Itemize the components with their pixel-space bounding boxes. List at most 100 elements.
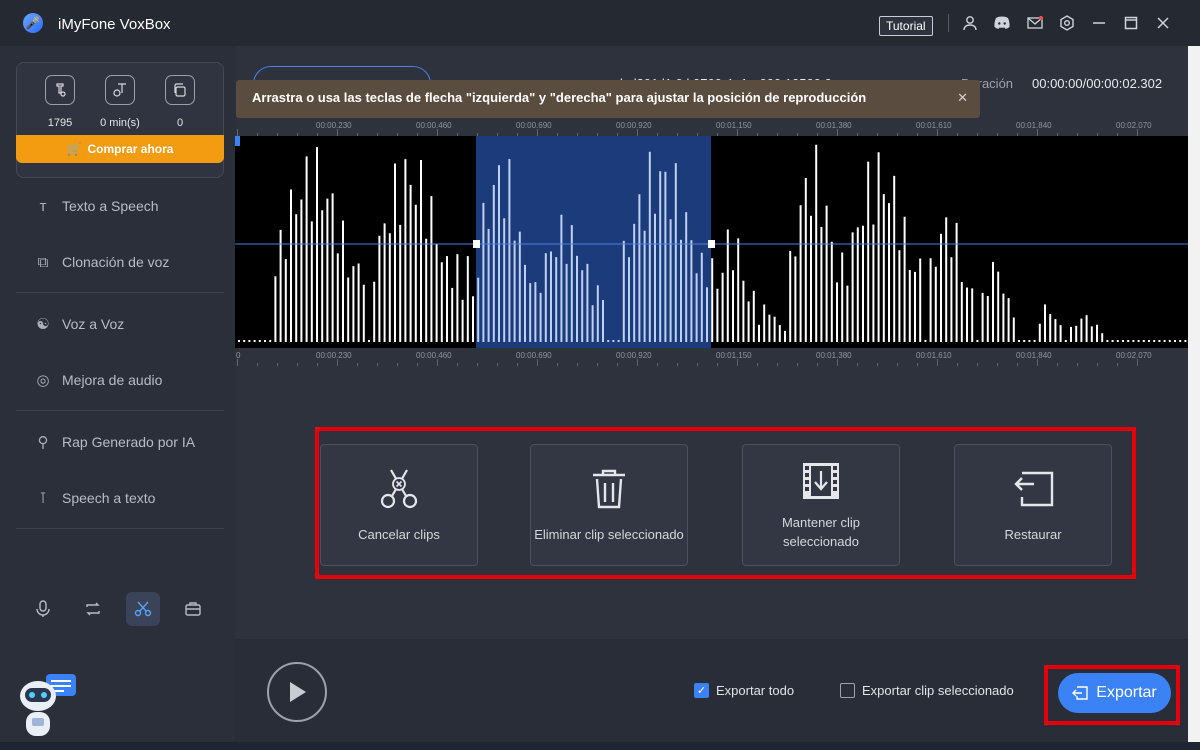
- tooltip-text: Arrastra o usa las teclas de flecha "izq…: [252, 90, 867, 105]
- ruler-tick: [917, 363, 918, 366]
- ruler-tick: [637, 129, 638, 136]
- playback-hint-tooltip: Arrastra o usa las teclas de flecha "izq…: [236, 80, 980, 118]
- stat-clones: 0: [150, 75, 210, 129]
- ruler-tick-label: 00:00.460: [416, 121, 452, 130]
- user-icon[interactable]: [960, 13, 980, 33]
- stat-minutes: 0 min(s): [90, 75, 150, 129]
- ruler-tick: [857, 363, 858, 366]
- record-tool[interactable]: [26, 592, 60, 626]
- checkbox-checked-icon: ✓: [694, 683, 709, 698]
- ruler-tick-label: 00:00.230: [316, 121, 352, 130]
- waveform-svg[interactable]: [235, 136, 1200, 348]
- duration-value: 00:00:00/00:00:02.302: [1032, 76, 1163, 91]
- app-window: 🎤 iMyFone VoxBox Tutorial 1795 0 min(s) …: [0, 0, 1200, 750]
- export-button[interactable]: Exportar: [1058, 673, 1171, 713]
- ruler-tick: [1117, 363, 1118, 366]
- text-speech-icon: ᴛ: [39, 197, 47, 215]
- ruler-tick: [737, 359, 738, 366]
- scissors-icon: [377, 467, 421, 511]
- nav-label: Speech a texto: [62, 490, 156, 506]
- cut-tool[interactable]: [126, 592, 160, 626]
- nav-label: Rap Generado por IA: [62, 434, 196, 450]
- delete-selected-clip-button[interactable]: Eliminar clip seleccionado: [530, 444, 688, 566]
- ruler-tick: [477, 363, 478, 366]
- app-logo-icon: 🎤: [23, 13, 43, 33]
- minimize-icon[interactable]: [1089, 13, 1109, 33]
- export-selected-checkbox[interactable]: Exportar clip seleccionado: [840, 683, 1014, 698]
- keep-selected-clip-button[interactable]: Mantener clip seleccionado: [742, 444, 900, 566]
- microphone-icon: ⚲: [37, 434, 49, 451]
- ruler-tick: [537, 359, 538, 366]
- ruler-tick-label: 00:01.150: [716, 351, 752, 360]
- convert-tool[interactable]: [76, 592, 110, 626]
- ruler-tick-label: 00:00.690: [516, 121, 552, 130]
- nav-speech-to-text[interactable]: ⊺ Speech a texto: [32, 486, 155, 510]
- settings-icon[interactable]: [1057, 13, 1077, 33]
- cancel-clips-label: Cancelar clips: [358, 526, 440, 542]
- nav-voice-to-voice[interactable]: ☯ Voz a Voz: [32, 312, 124, 336]
- playhead-marker[interactable]: [235, 136, 240, 146]
- checkbox-unchecked-icon: [840, 683, 855, 698]
- waveform[interactable]: [235, 136, 1200, 348]
- play-button[interactable]: [267, 662, 327, 722]
- ruler-tick: [1037, 129, 1038, 136]
- export-all-checkbox[interactable]: ✓ Exportar todo: [694, 683, 794, 698]
- ruler-tick: [577, 363, 578, 366]
- maximize-icon[interactable]: [1121, 13, 1141, 33]
- assistant-robot-icon[interactable]: [16, 674, 78, 744]
- stat-characters-value: 1795: [47, 117, 73, 129]
- trash-icon: [587, 467, 631, 511]
- ruler-tick: [657, 363, 658, 366]
- ruler-zero-label: 0: [236, 351, 241, 360]
- close-icon[interactable]: [1153, 13, 1173, 33]
- ruler-tick-label: 00:01.840: [1016, 121, 1052, 130]
- ruler-tick-label: 00:00.920: [616, 351, 652, 360]
- toolbox-tool[interactable]: [176, 592, 210, 626]
- ruler-tick: [497, 363, 498, 366]
- ruler-tick: [1077, 363, 1078, 366]
- nav-text-to-speech[interactable]: ᴛ Texto a Speech: [32, 194, 159, 218]
- ruler-tick: [417, 363, 418, 366]
- nav-label: Voz a Voz: [62, 316, 125, 332]
- ruler-tick-label: 00:00.230: [316, 351, 352, 360]
- ruler-tick: [697, 363, 698, 366]
- ruler-tick-label: 00:01.840: [1016, 351, 1052, 360]
- ruler-tick: [797, 363, 798, 366]
- nav-voice-cloning[interactable]: ⧉ Clonación de voz: [32, 250, 170, 274]
- mail-icon[interactable]: [1025, 13, 1045, 33]
- sidebar: 1795 0 min(s) 0 🛒 Comprar ahora ᴛ Texto …: [0, 46, 235, 750]
- discord-icon[interactable]: [992, 13, 1012, 33]
- selection-start-handle[interactable]: [473, 240, 480, 248]
- nav-audio-enhance[interactable]: ◎ Mejora de audio: [32, 368, 162, 392]
- ruler-tick: [817, 363, 818, 366]
- cancel-clips-button[interactable]: Cancelar clips: [320, 444, 478, 566]
- ruler-tick: [237, 129, 238, 136]
- ruler-tick: [237, 359, 238, 366]
- buy-now-button[interactable]: 🛒 Comprar ahora: [16, 135, 224, 163]
- nav-divider: [16, 410, 224, 411]
- nav-label: Clonación de voz: [62, 254, 170, 270]
- restore-button[interactable]: Restaurar: [954, 444, 1112, 566]
- ruler-tick: [637, 359, 638, 366]
- nav-divider: [16, 528, 224, 529]
- restore-icon: [1011, 467, 1055, 511]
- keep-selected-clip-label: Mantener clip seleccionado: [781, 515, 861, 549]
- export-label: Exportar: [1096, 684, 1157, 701]
- selection-end-handle[interactable]: [708, 240, 715, 248]
- ruler-tick: [457, 363, 458, 366]
- nav-ai-rap[interactable]: ⚲ Rap Generado por IA: [32, 430, 196, 454]
- ruler-tick: [437, 359, 438, 366]
- ruler-tick: [317, 363, 318, 366]
- timeline-ruler-top: 00:00.230 00:00.460 00:00.690 00:00.920 00:0…: [235, 118, 1200, 136]
- ruler-tick: [737, 129, 738, 136]
- ruler-tick: [1037, 359, 1038, 366]
- main-panel: ls-l391 l1 9 l 0700 4 -1 - 000 10500 0 D…: [235, 46, 1200, 750]
- ruler-tick: [537, 129, 538, 136]
- stat-clones-value: 0: [176, 117, 184, 129]
- ruler-tick: [597, 363, 598, 366]
- close-icon[interactable]: ✕: [957, 90, 968, 106]
- timeline-ruler-bottom: 00:00.230 00:00.460 00:00.690 00:00.920 00:0…: [235, 348, 1200, 366]
- ruler-tick-label: 00:02.070: [1116, 121, 1152, 130]
- tutorial-button[interactable]: Tutorial: [879, 16, 933, 36]
- ruler-tick: [357, 363, 358, 366]
